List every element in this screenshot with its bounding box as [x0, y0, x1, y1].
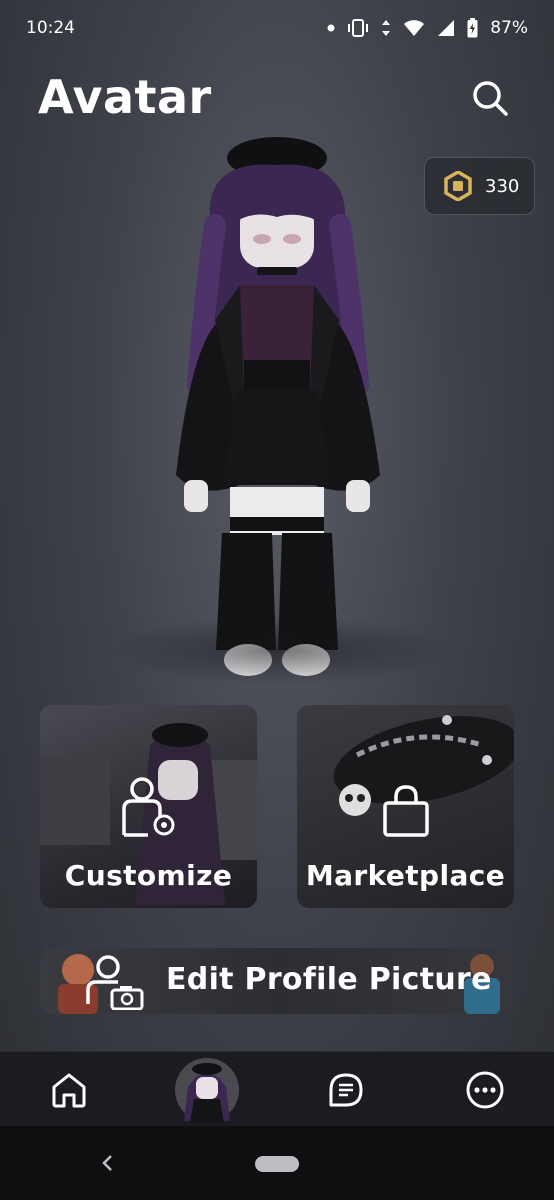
edit-profile-label: Edit Profile Picture: [166, 962, 492, 997]
avatar-preview[interactable]: [0, 125, 554, 695]
nav-avatar[interactable]: [172, 1052, 242, 1127]
status-icons: 87%: [327, 18, 528, 38]
data-arrows-icon: [381, 19, 391, 37]
marketplace-label: Marketplace: [305, 859, 506, 892]
customize-tile[interactable]: Customize: [40, 705, 257, 908]
search-icon: [473, 81, 508, 116]
marketplace-tile[interactable]: Marketplace: [297, 705, 514, 908]
home-pill[interactable]: [255, 1156, 299, 1172]
nav-chat[interactable]: [311, 1052, 381, 1127]
edit-profile-picture-button[interactable]: Edit Profile Picture: [40, 948, 514, 1014]
signal-icon: [437, 19, 455, 37]
battery-charging-icon: [467, 18, 478, 38]
floor-shadow: [110, 615, 450, 685]
system-nav-bar: [0, 1126, 554, 1200]
battery-percent: 87%: [490, 18, 528, 38]
chat-icon: [329, 1073, 363, 1106]
nav-home[interactable]: [34, 1052, 104, 1127]
search-button[interactable]: [466, 74, 514, 122]
customize-avatar-icon: [114, 775, 184, 843]
avatar-thumbnail: [175, 1057, 239, 1123]
shopping-bag-icon: [381, 783, 431, 841]
more-icon: [466, 1071, 504, 1108]
nav-more[interactable]: [450, 1052, 520, 1127]
home-icon: [52, 1073, 86, 1107]
wifi-icon: [403, 19, 425, 37]
back-chevron-icon[interactable]: [100, 1154, 114, 1172]
bottom-nav: [0, 1051, 554, 1126]
dot-icon: [327, 24, 335, 32]
customize-label: Customize: [64, 859, 233, 892]
vibrate-icon: [347, 19, 369, 37]
page-title: Avatar: [38, 70, 212, 124]
status-time: 10:24: [26, 18, 75, 38]
status-bar: 10:24 87%: [0, 0, 554, 56]
profile-camera-icon: [82, 954, 146, 1014]
avatar-figure: [176, 137, 380, 676]
